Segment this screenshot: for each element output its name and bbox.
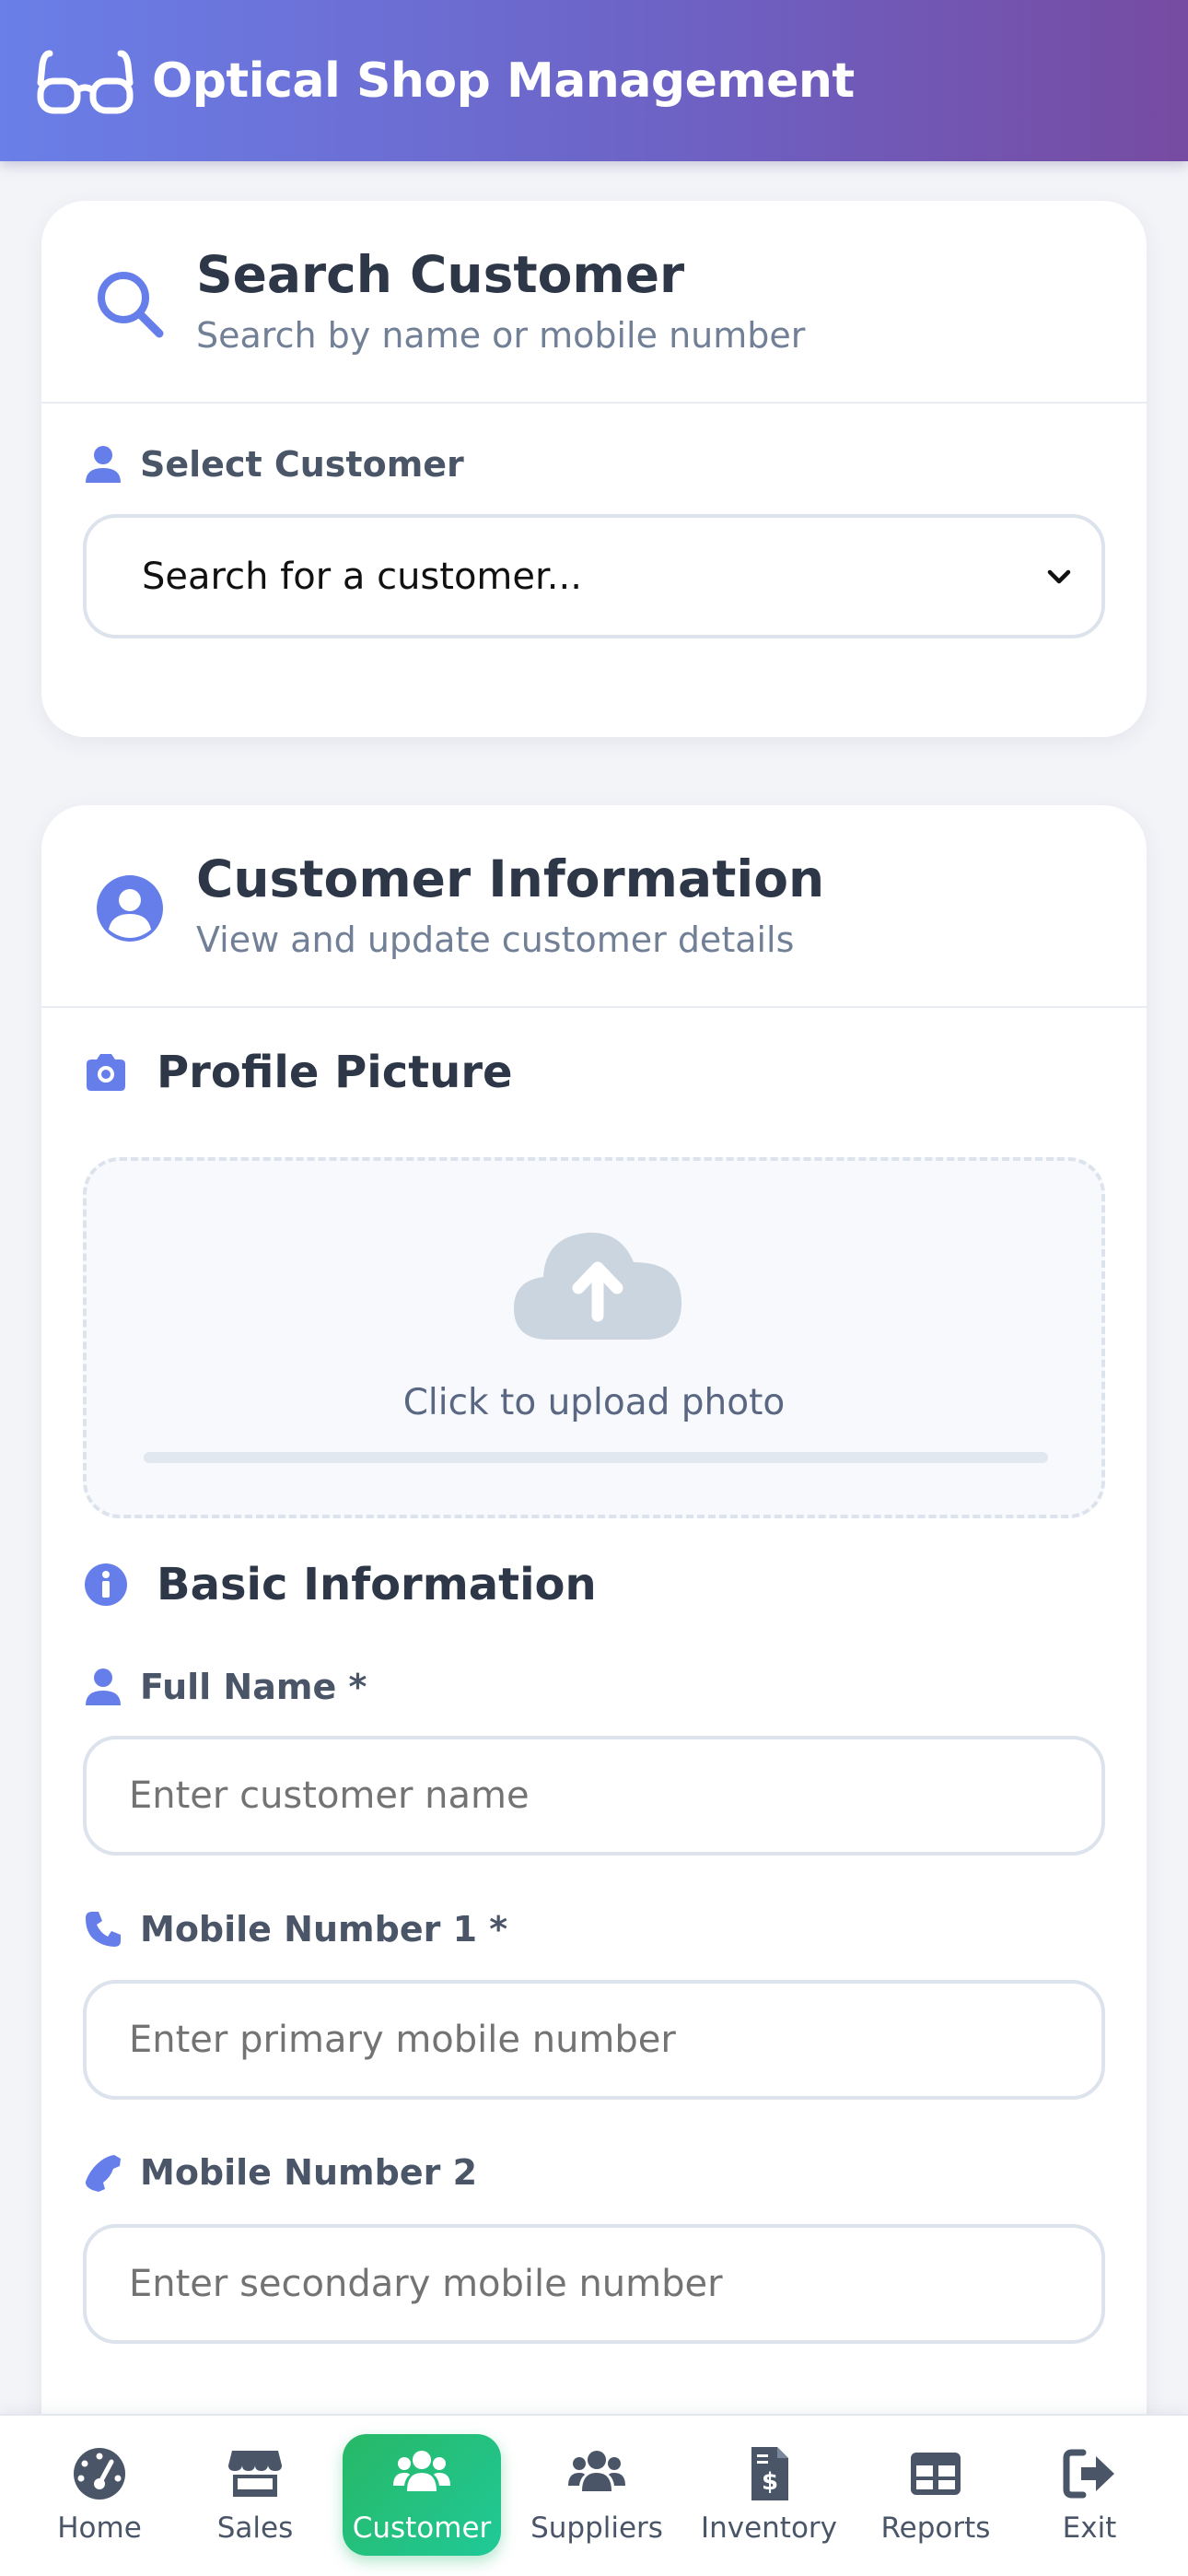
basic-information-section: Basic Information [83,1559,597,1610]
nav-customer[interactable]: Customer [343,2434,501,2556]
nav-exit[interactable]: Exit [1052,2434,1127,2556]
select-customer-label-text: Select Customer [140,444,464,485]
photo-upload-area[interactable]: Click to upload photo [83,1157,1105,1518]
profile-picture-title: Profile Picture [157,1047,513,1098]
glasses-icon [37,50,134,113]
chevron-down-icon [1047,569,1071,583]
nav-customer-label: Customer [352,2512,492,2545]
nav-suppliers[interactable]: Suppliers [530,2434,663,2556]
camera-icon [87,1054,125,1091]
customer-select-value: Search for a customer... [142,555,582,598]
info-circle-icon [85,1563,127,1606]
mobile-number-2-label-text: Mobile Number 2 [140,2152,478,2193]
user-icon [86,446,121,483]
phone-alt-icon [85,2155,121,2192]
user-circle-icon [97,875,163,942]
svg-text:$: $ [762,2468,778,2496]
invoice-icon: $ [751,2447,788,2500]
mobile-number-1-label-text: Mobile Number 1 * [140,1909,508,1950]
mobile-number-2-label: Mobile Number 2 [83,2152,477,2193]
upload-text: Click to upload photo [402,1382,786,1423]
phone-icon [86,1912,121,1947]
sign-out-icon [1063,2449,1114,2499]
nav-sales-label: Sales [216,2512,294,2545]
mobile-number-2-input[interactable] [83,2224,1105,2344]
table-icon [911,2453,961,2495]
customer-information-card: Customer Information View and update cus… [41,805,1147,2464]
nav-inventory-label: Inventory [700,2512,838,2545]
bottom-navigation: Home Sales Customer Suppliers $ Inventor… [0,2414,1188,2576]
nav-inventory[interactable]: $ Inventory [700,2434,838,2556]
search-card-title: Search Customer [196,245,685,304]
select-customer-label: Select Customer [83,444,464,485]
full-name-label: Full Name * [83,1667,367,1707]
full-name-label-text: Full Name * [140,1667,367,1707]
nav-suppliers-label: Suppliers [530,2512,663,2545]
info-card-subtitle: View and update customer details [196,919,795,960]
search-icon [98,272,164,338]
gauge-icon [74,2448,125,2500]
nav-exit-label: Exit [1062,2512,1117,2545]
nav-reports[interactable]: Reports [877,2434,995,2556]
customer-select[interactable]: Search for a customer... [83,514,1105,638]
mobile-number-1-input[interactable] [83,1980,1105,2100]
profile-picture-section: Profile Picture [83,1047,513,1098]
nav-home[interactable]: Home [44,2434,155,2556]
app-title: Optical Shop Management [152,53,855,109]
nav-sales[interactable]: Sales [204,2434,306,2556]
mobile-number-1-label: Mobile Number 1 * [83,1909,507,1950]
nav-reports-label: Reports [880,2512,991,2545]
upload-progress-bar [144,1452,1048,1463]
search-customer-card: Search Customer Search by name or mobile… [41,201,1147,737]
basic-information-title: Basic Information [157,1559,597,1610]
search-card-header: Search Customer Search by name or mobile… [41,201,1147,404]
app-header: Optical Shop Management [0,0,1188,161]
suppliers-icon [568,2451,625,2491]
store-icon [228,2451,282,2497]
info-card-header: Customer Information View and update cus… [41,805,1147,1008]
search-card-subtitle: Search by name or mobile number [196,315,806,356]
info-card-title: Customer Information [196,849,825,908]
user-icon [86,1669,121,1705]
cloud-upload-icon [514,1232,681,1340]
users-icon [393,2451,450,2491]
nav-home-label: Home [57,2512,142,2545]
full-name-input[interactable] [83,1736,1105,1856]
